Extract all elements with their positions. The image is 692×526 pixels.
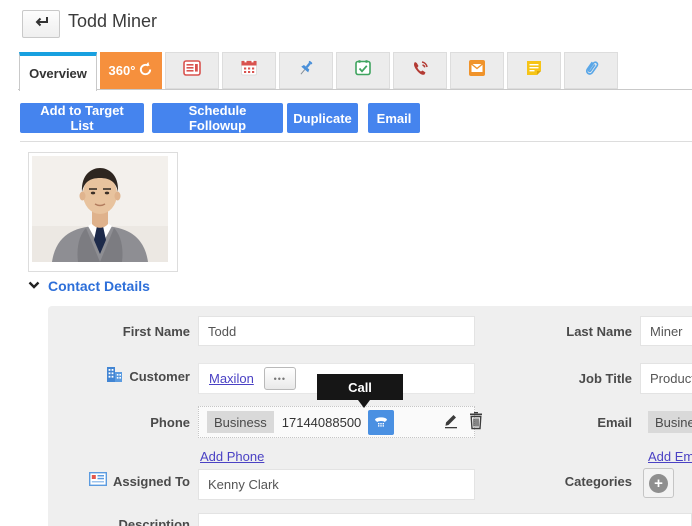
tasks-icon — [354, 59, 372, 82]
refresh-icon — [138, 62, 153, 80]
add-phone-link[interactable]: Add Phone — [200, 449, 264, 464]
job-title-label: Job Title — [579, 371, 632, 386]
portrait-image — [32, 156, 168, 262]
assigned-to-label: Assigned To — [113, 474, 190, 489]
phone-handset-icon — [373, 414, 389, 431]
tabbar-divider — [18, 89, 692, 90]
add-email-link[interactable]: Add Ema — [648, 449, 692, 464]
job-title-input[interactable] — [640, 363, 692, 394]
phone-number-value: 17144088500 — [282, 415, 362, 430]
assigned-user-card-icon — [89, 472, 107, 491]
pushpin-icon — [297, 59, 315, 82]
call-tooltip: Call — [317, 374, 403, 400]
tab-attachments[interactable] — [564, 52, 618, 89]
back-arrow-icon — [31, 14, 51, 35]
delete-phone-button[interactable] — [468, 412, 484, 433]
contact-detail-page: Todd Miner Overview 360° — [0, 0, 692, 526]
attachments-icon — [582, 59, 601, 83]
updates-icon — [183, 59, 201, 82]
customer-value-link[interactable]: Maxilon — [209, 371, 254, 386]
email-label: Email — [597, 415, 632, 430]
section-title: Contact Details — [48, 278, 150, 294]
tab-notes[interactable] — [507, 52, 561, 89]
tab-calls[interactable] — [393, 52, 447, 89]
tab-360[interactable]: 360° — [100, 52, 162, 89]
add-category-button[interactable]: + — [643, 468, 674, 498]
assigned-to-input[interactable] — [198, 469, 475, 500]
categories-label: Categories — [565, 474, 632, 489]
customer-more-button[interactable]: ••• — [264, 367, 296, 390]
calls-icon — [411, 59, 430, 83]
description-label: Description — [118, 517, 190, 526]
first-name-label: First Name — [123, 324, 190, 339]
tab-360-label: 360° — [109, 63, 136, 78]
pencil-icon — [442, 412, 459, 432]
customer-label: Customer — [129, 369, 190, 384]
email-button[interactable]: Email — [368, 103, 420, 133]
tab-tasks[interactable] — [336, 52, 390, 89]
header-divider — [20, 141, 692, 142]
back-button[interactable] — [22, 10, 60, 38]
tab-calendar[interactable] — [222, 52, 276, 89]
call-tooltip-caret — [358, 400, 370, 408]
notes-icon — [525, 59, 543, 82]
first-name-input[interactable] — [198, 316, 475, 346]
phone-type-badge[interactable]: Business — [207, 411, 274, 433]
tab-overview-label: Overview — [29, 66, 87, 81]
phone-label: Phone — [150, 415, 190, 430]
emails-icon — [468, 59, 486, 82]
trash-icon — [468, 412, 484, 433]
chevron-down-icon — [28, 277, 40, 295]
add-to-target-list-button[interactable]: Add to Target List — [20, 103, 144, 133]
tab-pinned[interactable] — [279, 52, 333, 89]
contact-photo[interactable] — [28, 152, 178, 272]
tab-emails[interactable] — [450, 52, 504, 89]
calendar-icon — [240, 59, 258, 82]
last-name-input[interactable] — [640, 316, 692, 346]
phone-field: Business 17144088500 — [198, 406, 475, 438]
plus-icon: + — [649, 474, 668, 493]
edit-phone-button[interactable] — [442, 412, 459, 432]
duplicate-button[interactable]: Duplicate — [287, 103, 358, 133]
organization-icon — [106, 366, 123, 387]
page-title: Todd Miner — [68, 11, 157, 32]
call-button[interactable] — [368, 410, 394, 435]
last-name-label: Last Name — [566, 324, 632, 339]
schedule-followup-button[interactable]: Schedule Followup — [152, 103, 283, 133]
contact-details-toggle[interactable]: Contact Details — [28, 277, 150, 295]
tab-updates[interactable] — [165, 52, 219, 89]
tab-overview[interactable]: Overview — [19, 52, 97, 91]
email-type-badge[interactable]: Busine — [648, 411, 692, 433]
description-textarea[interactable] — [198, 513, 692, 526]
